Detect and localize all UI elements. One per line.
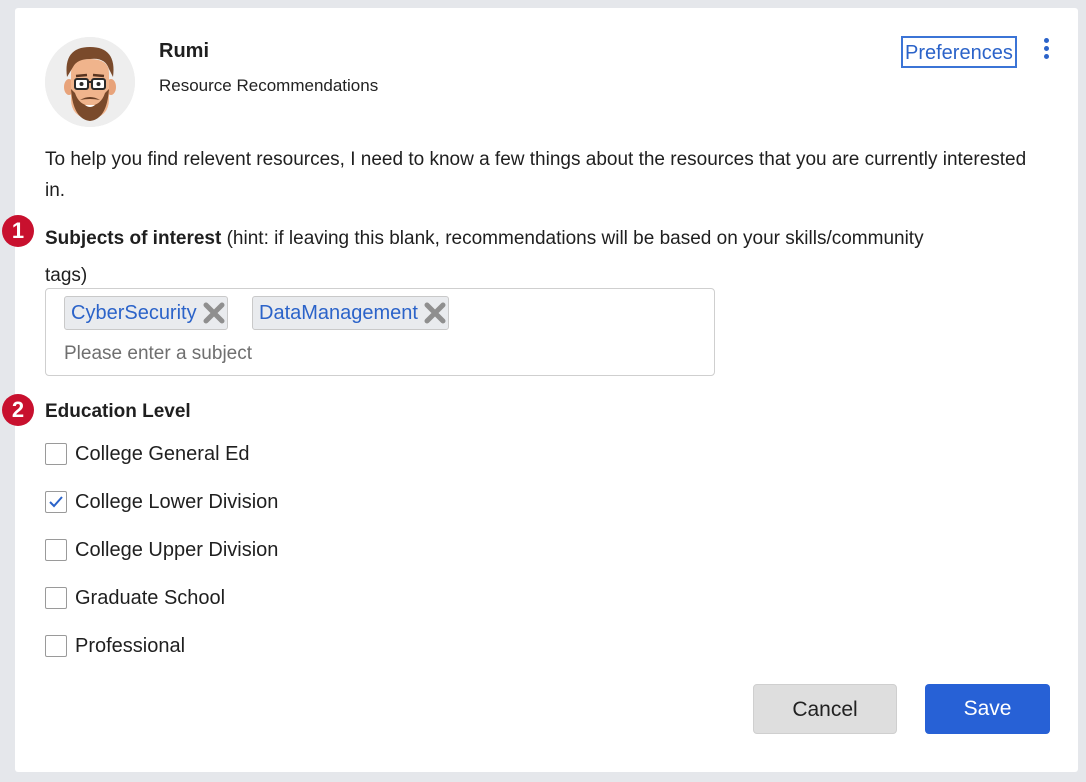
checkbox[interactable]: [45, 539, 67, 561]
checkbox-label: College Upper Division: [75, 539, 279, 561]
subjects-label: Subjects of interest (hint: if leaving t…: [45, 220, 945, 294]
tag-label: DataManagement: [259, 302, 418, 324]
checkbox[interactable]: [45, 635, 67, 657]
checkbox-label: College Lower Division: [75, 491, 279, 513]
checkbox[interactable]: [45, 443, 67, 465]
vertical-ellipsis-icon: [1039, 38, 1053, 59]
intro-text: To help you find relevent resources, I n…: [45, 149, 1027, 201]
checkbox[interactable]: [45, 587, 67, 609]
subject-input[interactable]: [64, 340, 684, 368]
bot-avatar: [45, 37, 135, 127]
checkbox-label: College General Ed: [75, 443, 250, 465]
checkbox-checked[interactable]: [45, 491, 67, 513]
close-icon[interactable]: [201, 297, 227, 329]
preferences-link[interactable]: Preferences: [901, 36, 1017, 68]
step-badge-2: 2: [2, 394, 34, 426]
more-menu-button[interactable]: [1039, 38, 1053, 64]
save-button[interactable]: Save: [925, 684, 1050, 734]
bot-subtitle: Resource Recommendations: [159, 76, 379, 95]
checkbox-label: Graduate School: [75, 587, 226, 609]
tag-chip: CyberSecurity: [64, 296, 228, 330]
step-badge-1: 1: [2, 215, 34, 247]
tag-chip: DataManagement: [252, 296, 449, 330]
close-icon[interactable]: [422, 297, 448, 329]
checkmark-icon: [49, 496, 63, 508]
cancel-button[interactable]: Cancel: [753, 684, 897, 734]
tag-label: CyberSecurity: [71, 302, 197, 324]
subjects-label-title: Subjects of interest: [45, 228, 222, 249]
bot-name: Rumi: [159, 40, 209, 62]
subjects-tag-input[interactable]: CyberSecurity DataManagement: [45, 288, 715, 376]
checkbox-label: Professional: [75, 635, 186, 657]
recommendation-dialog: Rumi Resource Recommendations Preference…: [2, 8, 1078, 772]
avatar-illustration: [45, 37, 135, 127]
education-level-label: Education Level: [45, 401, 191, 422]
